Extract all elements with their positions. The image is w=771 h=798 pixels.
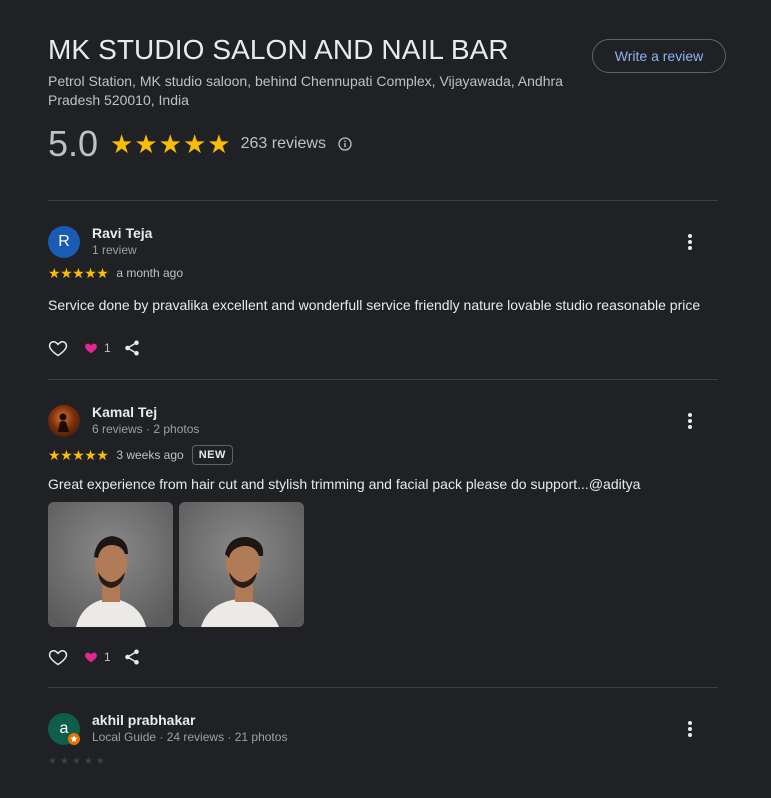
star-icon: ★ xyxy=(72,447,85,463)
star-icon: ★ xyxy=(207,129,231,159)
review-text: Service done by pravalika excellent and … xyxy=(48,297,701,313)
review-date: a month ago xyxy=(116,266,184,280)
star-icon: ★ xyxy=(60,265,73,281)
reviewer-meta: Local Guide · 24 reviews · 21 photos xyxy=(92,730,288,744)
heart-icon xyxy=(85,343,97,354)
rating-summary: 5.0 ★ ★ ★ ★ ★ 263 reviews xyxy=(48,124,352,164)
star-icon: ★ xyxy=(84,447,97,463)
review-actions: 1 xyxy=(48,647,141,667)
business-address: Petrol Station, MK studio saloon, behind… xyxy=(48,73,563,108)
share-icon[interactable] xyxy=(123,339,141,357)
star-icon: ★ xyxy=(48,447,61,463)
review-photo[interactable] xyxy=(179,502,304,627)
rating-stars: ★ ★ ★ ★ ★ xyxy=(110,131,231,157)
local-guide-badge-icon xyxy=(68,733,80,745)
reaction-count: 1 xyxy=(104,341,111,355)
faded-stars: ★ ★ ★ ★ ★ xyxy=(48,756,108,767)
more-options-icon[interactable] xyxy=(686,233,694,251)
reaction-summary[interactable]: 1 xyxy=(84,650,111,664)
heart-outline-icon[interactable] xyxy=(48,647,68,667)
star-icon: ★ xyxy=(72,265,85,281)
info-icon[interactable] xyxy=(338,137,352,151)
share-icon[interactable] xyxy=(123,648,141,666)
review-actions: 1 xyxy=(48,338,141,358)
rating-score: 5.0 xyxy=(48,123,99,164)
review-count: 263 reviews xyxy=(240,135,326,152)
avatar[interactable] xyxy=(48,405,80,437)
review-stars: ★ ★ ★ ★ ★ xyxy=(48,265,109,281)
star-icon: ★ xyxy=(48,756,57,767)
star-icon: ★ xyxy=(84,265,97,281)
star-icon: ★ xyxy=(182,129,207,159)
reaction-count: 1 xyxy=(104,650,111,664)
review-rating-line: ★ ★ ★ ★ ★ 3 weeks ago NEW xyxy=(48,445,233,465)
place-header: MK STUDIO SALON AND NAIL BAR Petrol Stat… xyxy=(48,34,578,110)
heart-icon xyxy=(85,652,97,663)
star-icon: ★ xyxy=(48,265,61,281)
star-icon: ★ xyxy=(134,129,158,159)
reviewer-meta: 6 reviews · 2 photos xyxy=(92,422,200,436)
star-icon: ★ xyxy=(71,756,81,767)
review-date: 3 weeks ago xyxy=(116,448,184,462)
more-options-icon[interactable] xyxy=(686,412,694,430)
star-icon: ★ xyxy=(96,447,109,463)
review-photo[interactable] xyxy=(48,502,173,627)
more-options-icon[interactable] xyxy=(686,720,694,738)
review-text: Great experience from hair cut and styli… xyxy=(48,476,641,492)
photo-image xyxy=(48,502,173,627)
photo-image xyxy=(179,502,304,627)
reviewer-meta: 1 review xyxy=(92,243,137,257)
new-badge: NEW xyxy=(191,445,233,465)
star-icon: ★ xyxy=(59,756,69,767)
write-review-button[interactable]: Write a review xyxy=(592,39,726,73)
divider xyxy=(48,379,718,380)
star-icon: ★ xyxy=(83,756,93,767)
star-icon: ★ xyxy=(96,265,109,281)
reviewer-name[interactable]: Ravi Teja xyxy=(92,225,152,241)
review-stars: ★ ★ ★ ★ ★ xyxy=(48,447,109,463)
star-icon: ★ xyxy=(158,129,182,159)
reviewer-name[interactable]: akhil prabhakar xyxy=(92,712,196,728)
business-name: MK STUDIO SALON AND NAIL BAR xyxy=(48,34,509,65)
divider xyxy=(48,200,718,201)
review-rating-line: ★ ★ ★ ★ ★ a month ago xyxy=(48,266,183,280)
heart-outline-icon[interactable] xyxy=(48,338,68,358)
avatar[interactable]: R xyxy=(48,226,80,258)
divider xyxy=(48,687,718,688)
reviewer-name[interactable]: Kamal Tej xyxy=(92,404,157,420)
star-icon: ★ xyxy=(60,447,73,463)
star-icon: ★ xyxy=(95,756,105,767)
avatar-photo xyxy=(58,413,69,432)
star-icon: ★ xyxy=(110,129,134,159)
reaction-summary[interactable]: 1 xyxy=(84,341,111,355)
